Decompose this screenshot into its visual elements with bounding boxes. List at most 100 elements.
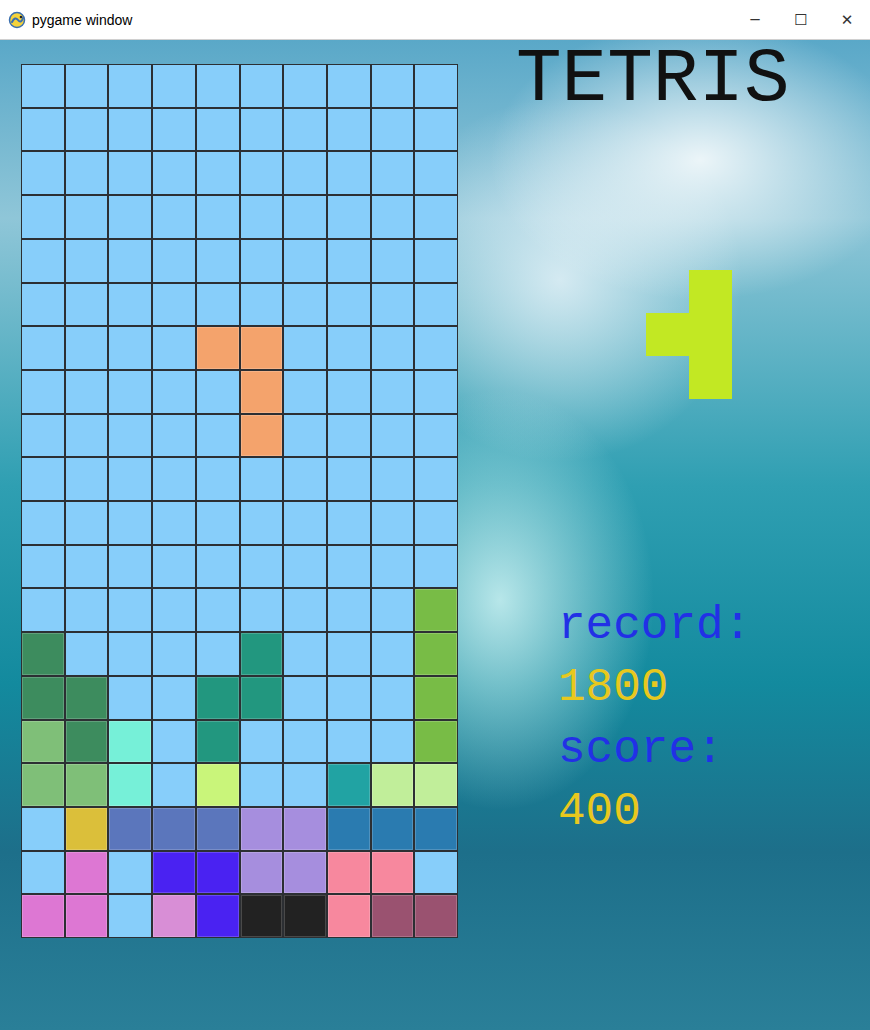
empty-cell — [153, 109, 195, 151]
empty-cell — [372, 240, 414, 282]
block-cell — [415, 589, 457, 631]
empty-cell — [372, 677, 414, 719]
empty-cell — [328, 65, 370, 107]
block-cell — [197, 895, 239, 937]
empty-cell — [153, 196, 195, 238]
empty-cell — [241, 458, 283, 500]
empty-cell — [372, 371, 414, 413]
empty-cell — [241, 152, 283, 194]
empty-cell — [153, 721, 195, 763]
empty-cell — [109, 895, 151, 937]
empty-cell — [153, 152, 195, 194]
empty-cell — [328, 327, 370, 369]
block-cell — [328, 808, 370, 850]
game-title: TETRIS — [516, 42, 870, 118]
empty-cell — [109, 502, 151, 544]
empty-cell — [66, 415, 108, 457]
empty-cell — [328, 546, 370, 588]
empty-cell — [415, 327, 457, 369]
empty-cell — [153, 415, 195, 457]
empty-cell — [328, 721, 370, 763]
block-cell — [328, 852, 370, 894]
block-cell — [415, 633, 457, 675]
empty-cell — [372, 633, 414, 675]
empty-cell — [22, 240, 64, 282]
tetris-board — [21, 64, 458, 938]
empty-cell — [284, 502, 326, 544]
block-cell — [284, 852, 326, 894]
empty-cell — [284, 240, 326, 282]
block-cell — [415, 764, 457, 806]
empty-cell — [372, 415, 414, 457]
empty-cell — [415, 852, 457, 894]
close-button[interactable]: ✕ — [824, 0, 870, 39]
block-cell — [197, 327, 239, 369]
block-cell — [372, 808, 414, 850]
block-cell — [241, 371, 283, 413]
empty-cell — [153, 327, 195, 369]
block-cell — [241, 895, 283, 937]
empty-cell — [197, 65, 239, 107]
next-piece — [646, 270, 732, 399]
empty-cell — [241, 196, 283, 238]
title-bar: pygame window─☐✕ — [0, 0, 870, 40]
block-cell — [153, 895, 195, 937]
empty-cell — [22, 327, 64, 369]
stat-value: 1800 — [558, 657, 870, 719]
block-cell — [109, 808, 151, 850]
empty-cell — [66, 546, 108, 588]
preview-gap — [646, 270, 689, 313]
empty-cell — [22, 458, 64, 500]
empty-cell — [109, 284, 151, 326]
empty-cell — [415, 284, 457, 326]
empty-cell — [197, 152, 239, 194]
empty-cell — [22, 415, 64, 457]
block-cell — [197, 677, 239, 719]
empty-cell — [284, 196, 326, 238]
empty-cell — [109, 852, 151, 894]
empty-cell — [153, 371, 195, 413]
empty-cell — [197, 633, 239, 675]
preview-gap — [646, 356, 689, 399]
empty-cell — [153, 240, 195, 282]
next-piece-cell — [646, 313, 689, 356]
block-cell — [22, 633, 64, 675]
empty-cell — [109, 371, 151, 413]
block-cell — [241, 852, 283, 894]
empty-cell — [415, 458, 457, 500]
empty-cell — [109, 240, 151, 282]
window-title: pygame window — [32, 12, 732, 28]
empty-cell — [372, 458, 414, 500]
block-cell — [66, 895, 108, 937]
empty-cell — [109, 152, 151, 194]
block-cell — [415, 895, 457, 937]
block-cell — [241, 415, 283, 457]
empty-cell — [415, 371, 457, 413]
block-cell — [241, 633, 283, 675]
empty-cell — [197, 589, 239, 631]
pygame-icon — [8, 11, 26, 29]
block-cell — [372, 852, 414, 894]
empty-cell — [197, 546, 239, 588]
empty-cell — [328, 458, 370, 500]
block-cell — [241, 327, 283, 369]
empty-cell — [415, 546, 457, 588]
empty-cell — [284, 371, 326, 413]
empty-cell — [109, 109, 151, 151]
empty-cell — [241, 546, 283, 588]
next-piece-cell — [689, 356, 732, 399]
block-cell — [415, 677, 457, 719]
empty-cell — [241, 284, 283, 326]
maximize-button[interactable]: ☐ — [778, 0, 824, 39]
empty-cell — [328, 371, 370, 413]
empty-cell — [66, 371, 108, 413]
block-cell — [66, 852, 108, 894]
empty-cell — [328, 677, 370, 719]
minimize-button[interactable]: ─ — [732, 0, 778, 39]
empty-cell — [66, 589, 108, 631]
empty-cell — [197, 284, 239, 326]
empty-cell — [22, 371, 64, 413]
block-cell — [109, 764, 151, 806]
block-cell — [22, 677, 64, 719]
empty-cell — [153, 65, 195, 107]
